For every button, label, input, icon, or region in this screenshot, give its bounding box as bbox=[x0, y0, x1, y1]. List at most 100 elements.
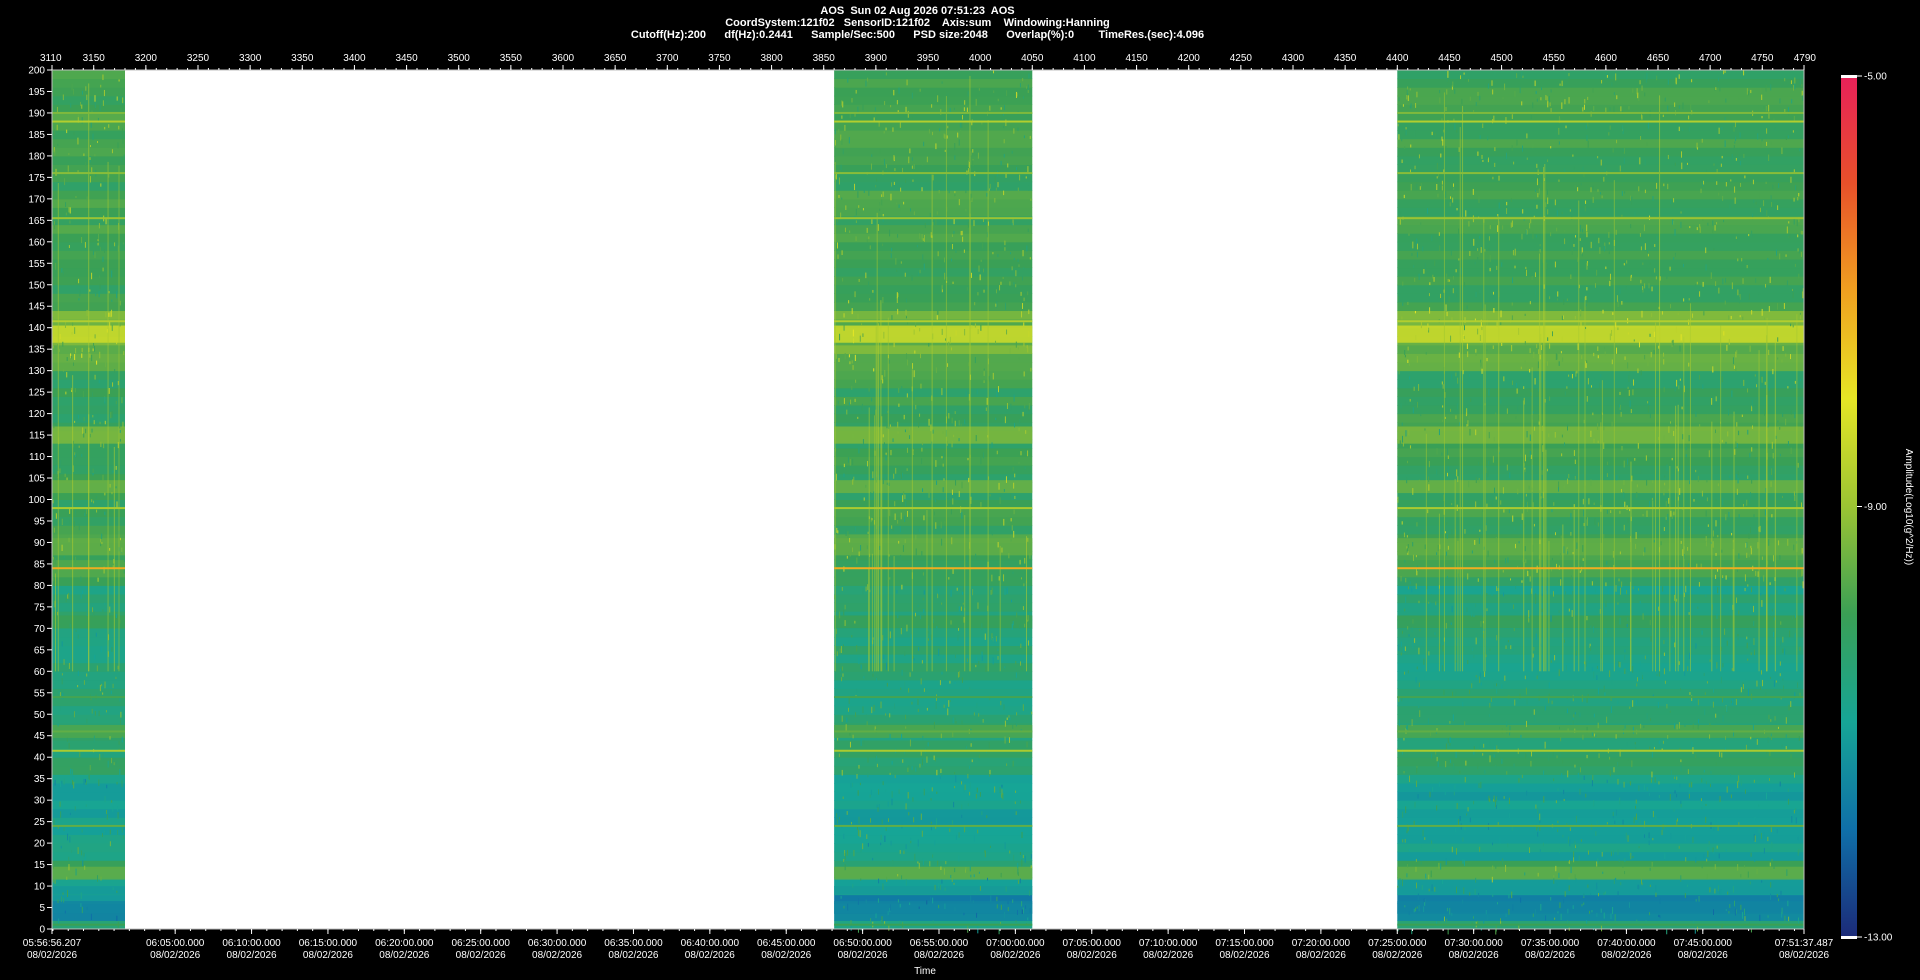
spectrogram-speckle bbox=[1609, 670, 1611, 678]
spectrogram-speckle bbox=[988, 375, 990, 382]
spectrogram-speckle bbox=[1780, 621, 1782, 625]
spectrogram-speckle bbox=[1797, 836, 1799, 841]
spectrogram-speckle bbox=[1570, 531, 1572, 536]
spectrogram-speckle bbox=[1428, 461, 1430, 468]
spectrogram-speckle bbox=[1537, 872, 1539, 877]
spectrogram-speckle bbox=[1022, 411, 1024, 417]
spectrogram-cell bbox=[1397, 774, 1804, 784]
spectrogram-speckle bbox=[835, 173, 837, 180]
spectrogram-speckle bbox=[1741, 258, 1743, 262]
spectrogram-speckle bbox=[937, 251, 939, 257]
spectral-band bbox=[834, 866, 1033, 880]
spectrogram-speckle bbox=[1629, 781, 1631, 784]
spectrogram-speckle bbox=[74, 354, 76, 360]
spectrogram-speckle bbox=[1459, 770, 1461, 774]
spectrogram-speckle bbox=[68, 662, 70, 669]
spectrogram-speckle bbox=[1525, 559, 1527, 564]
spectrogram-speckle bbox=[1021, 859, 1023, 867]
spectrogram-speckle bbox=[1592, 412, 1594, 416]
spectrogram-speckle bbox=[1489, 225, 1491, 230]
spectrogram-speckle bbox=[1615, 809, 1617, 816]
spectrogram-speckle bbox=[1464, 529, 1466, 534]
spectrogram-speckle bbox=[111, 800, 113, 803]
spectrogram-speckle bbox=[1548, 682, 1550, 689]
spectrogram-cell bbox=[52, 70, 125, 80]
y-tick-label: 170 bbox=[28, 194, 45, 205]
y-tick-label: 135 bbox=[28, 345, 45, 356]
spectrogram-speckle bbox=[1653, 539, 1655, 543]
spectrogram-speckle bbox=[1663, 183, 1665, 187]
spectrogram-speckle bbox=[55, 262, 57, 270]
spectrogram-speckle bbox=[1716, 613, 1718, 619]
spectrogram-speckle bbox=[1685, 834, 1687, 842]
spectrogram-speckle bbox=[1800, 378, 1802, 381]
spectrogram-speckle bbox=[1428, 476, 1430, 483]
spectrogram-speckle bbox=[1022, 606, 1024, 611]
spectrogram-speckle bbox=[879, 594, 881, 599]
spectrogram-cell bbox=[834, 697, 1033, 707]
spectrogram-speckle bbox=[1603, 442, 1605, 450]
spectrogram-speckle bbox=[867, 584, 869, 591]
spectrogram-speckle bbox=[1023, 583, 1025, 587]
spectrogram-speckle bbox=[1450, 335, 1452, 342]
spectrogram-speckle bbox=[933, 721, 935, 729]
spectrogram-speckle bbox=[1718, 287, 1720, 294]
spectrogram-speckle bbox=[862, 706, 864, 714]
spectrogram-cell bbox=[52, 825, 125, 836]
spectrogram-speckle bbox=[1011, 525, 1013, 531]
spectrogram-speckle bbox=[104, 420, 106, 425]
spectrogram-speckle bbox=[1477, 578, 1479, 582]
spectrogram-speckle bbox=[1759, 686, 1761, 690]
spectrogram-speckle bbox=[1554, 199, 1556, 206]
spectrogram-speckle bbox=[1756, 384, 1758, 388]
spectrogram-speckle bbox=[970, 151, 972, 156]
spectrogram-speckle bbox=[1590, 646, 1592, 651]
broadband-streak bbox=[887, 317, 889, 672]
spectrogram-speckle bbox=[1543, 796, 1545, 803]
spectrogram-speckle bbox=[1736, 597, 1738, 604]
spectrogram-speckle bbox=[96, 360, 98, 365]
spectrogram-speckle bbox=[1454, 828, 1456, 833]
spectrogram-chart: 0510152025303540455055606570758085909510… bbox=[0, 0, 1920, 980]
spectrogram-speckle bbox=[1512, 250, 1514, 256]
spectrogram-speckle bbox=[844, 124, 846, 131]
spectrogram-speckle bbox=[961, 512, 963, 519]
spectrogram-speckle bbox=[1000, 107, 1002, 110]
spectrogram-speckle bbox=[936, 791, 938, 794]
spectrogram-speckle bbox=[82, 390, 84, 398]
spectrogram-speckle bbox=[951, 489, 953, 495]
spectrogram-speckle bbox=[73, 362, 75, 366]
spectrogram-speckle bbox=[1494, 559, 1496, 564]
spectrogram-speckle bbox=[839, 686, 841, 690]
spectrogram-speckle bbox=[1482, 159, 1484, 162]
spectrogram-speckle bbox=[1529, 576, 1531, 582]
spectrogram-speckle bbox=[1025, 176, 1027, 179]
spectrogram-speckle bbox=[974, 302, 976, 306]
spectrogram-speckle bbox=[1770, 733, 1772, 737]
spectrogram-speckle bbox=[1023, 135, 1025, 139]
spectrogram-speckle bbox=[935, 143, 937, 150]
spectrogram-speckle bbox=[1496, 586, 1498, 592]
y-tick-label: 155 bbox=[28, 259, 45, 270]
spectrogram-speckle bbox=[882, 296, 884, 304]
spectrogram-speckle bbox=[1738, 553, 1740, 559]
spectrogram-speckle bbox=[83, 433, 85, 438]
spectrogram-speckle bbox=[1439, 89, 1441, 94]
spectrogram-speckle bbox=[909, 148, 911, 154]
spectrogram-speckle bbox=[1613, 106, 1615, 113]
spectrogram-speckle bbox=[1744, 175, 1746, 179]
spectrogram-speckle bbox=[1715, 396, 1717, 402]
spectrogram-speckle bbox=[83, 153, 85, 156]
spectrogram-speckle bbox=[889, 424, 891, 427]
spectrogram-speckle bbox=[89, 765, 91, 771]
spectrogram-speckle bbox=[111, 411, 113, 418]
spectrogram-speckle bbox=[1522, 209, 1524, 214]
spectrogram-speckle bbox=[1403, 737, 1405, 741]
spectrogram-speckle bbox=[1617, 849, 1619, 856]
spectrogram-speckle bbox=[932, 429, 934, 434]
spectrogram-speckle bbox=[1533, 523, 1535, 527]
spectrogram-speckle bbox=[1461, 98, 1463, 105]
spectrogram-speckle bbox=[1713, 163, 1715, 166]
spectrogram-speckle bbox=[1448, 279, 1450, 282]
broadband-streak bbox=[964, 515, 966, 672]
